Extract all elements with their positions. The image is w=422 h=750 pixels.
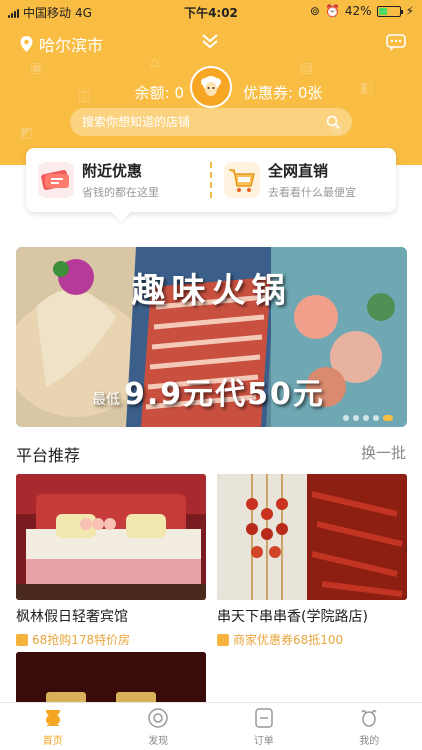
- tab-discover-label: 发现: [148, 735, 169, 747]
- skewers-image: [217, 474, 407, 600]
- refresh-button[interactable]: 换一批: [361, 442, 406, 463]
- tab-home-label: 首页: [42, 735, 63, 747]
- hotel-room-image: [16, 474, 206, 600]
- battery-percent: 42%: [344, 4, 372, 18]
- item-name: 串天下串串香(学院路店): [217, 609, 368, 625]
- item-name: 枫林假日轻奢宾馆: [16, 609, 128, 625]
- coupon-tag-icon: [16, 633, 28, 646]
- status-bar: 中国移动 4G 下午4:02 ⊚ ⏰ 42% ⚡: [0, 0, 422, 22]
- tab-home[interactable]: 首页: [0, 703, 106, 750]
- tab-mine-label: 我的: [359, 735, 380, 747]
- banner-sub-prefix: 最低: [92, 392, 120, 408]
- partial-item-image: [16, 652, 206, 702]
- compass-icon: [148, 707, 168, 728]
- balance-label[interactable]: 余额: 0: [135, 82, 184, 103]
- tab-discover[interactable]: 发现: [106, 703, 212, 750]
- carousel-indicator: [343, 415, 393, 421]
- avatar[interactable]: [190, 66, 232, 108]
- coupon-tag-icon: [217, 633, 229, 646]
- alarm-icon: ⏰: [324, 4, 340, 18]
- recommend-item-partial[interactable]: [16, 652, 206, 702]
- tab-bar: 首页 发现 订单 我的: [0, 702, 422, 750]
- tab-mine[interactable]: 我的: [317, 703, 422, 750]
- charging-icon: ⚡: [405, 4, 414, 18]
- nearby-deals-title: 附近优惠: [82, 162, 143, 180]
- coupon-label[interactable]: 优惠券: 0张: [243, 82, 322, 103]
- sheep-profile-icon: [361, 709, 377, 727]
- chat-bubble-icon: [386, 34, 406, 51]
- direct-sales-button[interactable]: 全网直销 去看看什么最便宜: [224, 158, 356, 202]
- item-promo: 68抢购178特价房: [32, 633, 131, 647]
- quick-actions-card: 附近优惠 省钱的都在这里 全网直销 去看看什么最便宜: [26, 148, 396, 212]
- city-name: 哈尔滨市: [39, 36, 104, 55]
- expand-button[interactable]: [200, 32, 220, 54]
- order-icon: [255, 707, 273, 728]
- search-icon[interactable]: [326, 115, 340, 129]
- battery-icon: [376, 5, 403, 17]
- sheep-mascot-icon: [201, 76, 221, 96]
- direct-sales-subtitle: 去看看什么最便宜: [268, 186, 356, 199]
- shopping-cart-icon: [224, 162, 260, 198]
- message-button[interactable]: [386, 34, 406, 56]
- search-bar[interactable]: [70, 108, 352, 136]
- search-input[interactable]: [82, 115, 326, 129]
- home-ticket-icon: [45, 709, 60, 726]
- tab-orders[interactable]: 订单: [211, 703, 317, 750]
- city-selector[interactable]: 哈尔滨市: [20, 32, 103, 56]
- card-divider: [210, 162, 212, 198]
- tab-orders-label: 订单: [253, 735, 274, 747]
- double-chevron-down-icon: [202, 34, 218, 49]
- section-title: 平台推荐: [16, 446, 81, 465]
- ticket-icon: [38, 162, 74, 198]
- item-promo: 商家优惠券68抵100: [233, 633, 344, 647]
- location-pin-icon: [20, 36, 33, 52]
- rotation-lock-icon: ⊚: [309, 4, 320, 18]
- banner-sub-main: 9.9元代50元: [124, 377, 325, 412]
- recommend-item[interactable]: 串天下串串香(学院路店) 商家优惠券68抵100: [217, 474, 407, 648]
- direct-sales-title: 全网直销: [268, 162, 329, 180]
- banner-title: 趣味火锅: [131, 271, 292, 311]
- nearby-deals-subtitle: 省钱的都在这里: [82, 186, 159, 199]
- promo-banner[interactable]: 趣味火锅 最低 9.9元代50元: [16, 247, 407, 427]
- recommend-item[interactable]: 枫林假日轻奢宾馆 68抢购178特价房: [16, 474, 206, 648]
- nearby-deals-button[interactable]: 附近优惠 省钱的都在这里: [38, 158, 159, 202]
